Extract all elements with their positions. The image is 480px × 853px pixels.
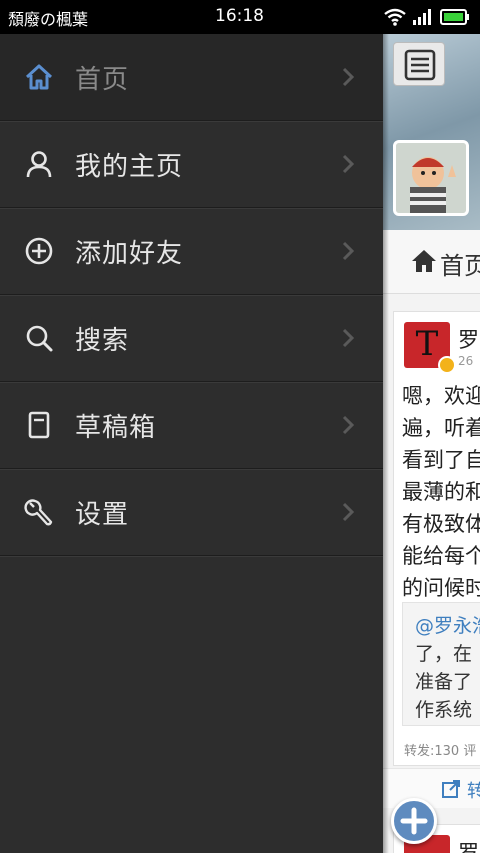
main-content-peek[interactable]: 首页 T 罗 26 嗯，欢迎 遍，听着 看到了自 最薄的和 有极致体 能给每个 … bbox=[383, 34, 480, 853]
post-text-line: 有极致体 bbox=[402, 512, 480, 536]
drawer-menu-button[interactable] bbox=[393, 42, 445, 86]
quote-text-line: 准备了 bbox=[415, 671, 473, 693]
menu-item-search[interactable]: 搜索 bbox=[0, 295, 383, 382]
chevron-right-icon bbox=[342, 328, 355, 348]
tab-home-label: 首页 bbox=[440, 252, 480, 280]
drawer-shadow bbox=[383, 34, 389, 853]
compose-fab-button[interactable] bbox=[391, 798, 437, 844]
menu-item-settings[interactable]: 设置 bbox=[0, 469, 383, 556]
author-name[interactable]: 罗 bbox=[458, 324, 479, 354]
battery-icon bbox=[440, 9, 469, 25]
navigation-drawer: 首页 我的主页 添加好友 搜索 草稿箱 设置 bbox=[0, 34, 383, 853]
menu-list-icon bbox=[404, 49, 436, 81]
clock: 16:18 bbox=[215, 6, 264, 26]
status-bar: 頹廢の楓葉 16:18 bbox=[0, 0, 480, 34]
wifi-icon bbox=[384, 8, 406, 26]
user-icon bbox=[26, 151, 52, 178]
repost-button[interactable]: 转 bbox=[467, 777, 480, 803]
menu-item-label: 草稿箱 bbox=[75, 413, 157, 443]
carrier-name: 頹廢の楓葉 bbox=[8, 10, 89, 29]
menu-item-label: 我的主页 bbox=[75, 152, 184, 182]
menu-item-drafts[interactable]: 草稿箱 bbox=[0, 382, 383, 469]
verified-badge-icon bbox=[438, 356, 456, 374]
profile-cover-image bbox=[383, 34, 480, 230]
menu-item-label: 搜索 bbox=[75, 326, 130, 356]
home-icon bbox=[25, 64, 53, 90]
chevron-right-icon bbox=[342, 241, 355, 261]
drafts-icon bbox=[28, 411, 50, 439]
menu-item-label: 添加好友 bbox=[75, 239, 184, 269]
repost-icon bbox=[442, 780, 460, 798]
chevron-right-icon bbox=[342, 502, 355, 522]
quote-text-line: 作系统 bbox=[415, 699, 473, 721]
reposted-quote[interactable]: @罗永浩 了，在 准备了 作系统 bbox=[402, 602, 480, 726]
search-icon bbox=[26, 325, 53, 352]
signal-icon bbox=[413, 9, 431, 25]
quote-mention[interactable]: @罗永浩 bbox=[415, 611, 480, 638]
menu-item-my-profile[interactable]: 我的主页 bbox=[0, 121, 383, 208]
menu-item-add-friend[interactable]: 添加好友 bbox=[0, 208, 383, 295]
chevron-right-icon bbox=[342, 154, 355, 174]
post-text-line: 看到了自 bbox=[402, 448, 480, 472]
menu-item-label: 设置 bbox=[75, 500, 130, 530]
post-text-line: 嗯，欢迎 bbox=[402, 384, 480, 408]
wrench-icon bbox=[24, 499, 53, 526]
post-text-line: 最薄的和 bbox=[402, 480, 480, 504]
system-icons bbox=[384, 8, 470, 26]
avatar[interactable] bbox=[393, 140, 469, 216]
add-circle-icon bbox=[25, 237, 53, 265]
avatar-cartoon-image bbox=[396, 143, 466, 213]
chevron-right-icon bbox=[342, 415, 355, 435]
menu-item-label: 首页 bbox=[75, 65, 130, 95]
home-tab-bar[interactable]: 首页 bbox=[383, 230, 480, 294]
home-filled-icon bbox=[412, 250, 436, 272]
author-name[interactable]: 罗 bbox=[458, 837, 479, 853]
post-text-line: 遍，听着 bbox=[402, 416, 480, 440]
quote-text-line: 了，在 bbox=[415, 643, 473, 665]
post-date: 26 bbox=[458, 354, 474, 368]
plus-icon bbox=[400, 807, 428, 835]
weibo-post-card[interactable]: T 罗 26 嗯，欢迎 遍，听着 看到了自 最薄的和 有极致体 能给每个 的问候… bbox=[393, 311, 480, 766]
post-text-line: 能给每个 bbox=[402, 544, 480, 568]
post-text-line: 的问候时 bbox=[402, 576, 480, 600]
repost-count: 转发:130 评 bbox=[404, 744, 477, 759]
chevron-right-icon bbox=[342, 67, 355, 87]
menu-item-home[interactable]: 首页 bbox=[0, 34, 383, 121]
